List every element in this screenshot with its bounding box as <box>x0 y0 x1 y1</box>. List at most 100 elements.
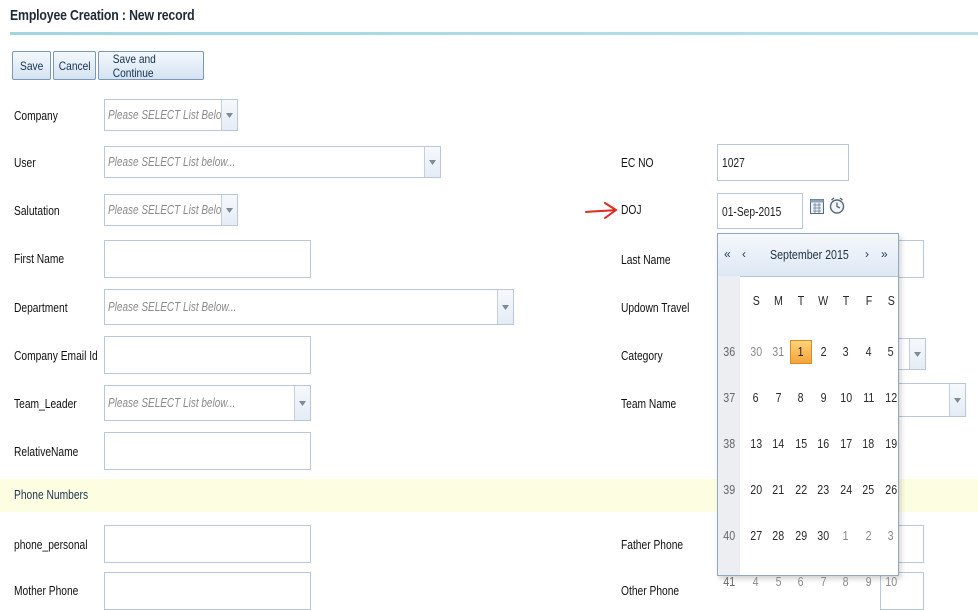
calendar-day[interactable]: 30 <box>745 340 767 364</box>
phone-personal-label: phone_personal <box>14 538 88 552</box>
calendar-day[interactable]: 4 <box>858 340 880 364</box>
clock-icon[interactable] <box>829 196 845 215</box>
week-number: 36 <box>723 344 735 359</box>
calendar-day[interactable]: 13 <box>745 432 767 456</box>
calendar-day[interactable]: 29 <box>790 524 812 548</box>
company-email-field[interactable] <box>104 336 311 374</box>
date-picker-month[interactable]: September 2015 <box>770 247 849 262</box>
calendar-day[interactable]: 6 <box>745 386 767 410</box>
next-month-button[interactable]: › <box>865 247 869 261</box>
calendar-day[interactable]: 14 <box>768 432 790 456</box>
calendar-day[interactable]: 5 <box>880 340 902 364</box>
calendar-day[interactable]: 23 <box>813 478 835 502</box>
week-number: 40 <box>723 528 735 543</box>
calendar-day[interactable]: 1 <box>835 524 857 548</box>
father-phone-label: Father Phone <box>621 538 684 552</box>
calendar-day[interactable]: 5 <box>768 570 790 594</box>
prev-month-button[interactable]: ‹ <box>742 247 746 261</box>
department-select[interactable]: Please SELECT List Below... <box>104 289 514 325</box>
mother-phone-field[interactable] <box>104 572 311 610</box>
user-label: User <box>14 156 36 170</box>
updown-travel-label: Updown Travel <box>621 301 690 315</box>
ec-no-label: EC NO <box>621 156 654 170</box>
calendar-day[interactable]: 9 <box>858 570 880 594</box>
weekday-header: T <box>842 293 850 308</box>
next-year-button[interactable]: » <box>881 247 888 261</box>
phone-numbers-heading: Phone Numbers <box>14 488 89 502</box>
week-number: 41 <box>723 574 735 589</box>
calendar-day[interactable]: 7 <box>768 386 790 410</box>
calendar-day[interactable]: 28 <box>768 524 790 548</box>
salutation-label: Salutation <box>14 204 60 218</box>
team-leader-label: Team_Leader <box>14 397 77 411</box>
company-select[interactable]: Please SELECT List Below.. <box>104 99 238 131</box>
ec-no-field[interactable]: 1027 <box>717 144 849 181</box>
calendar-day[interactable]: 9 <box>813 386 835 410</box>
other-phone-label: Other Phone <box>621 584 680 598</box>
chevron-down-icon[interactable] <box>949 384 965 416</box>
calendar-day[interactable]: 25 <box>858 478 880 502</box>
first-name-field[interactable] <box>104 240 311 278</box>
weekday-header: S <box>887 293 895 308</box>
phone-personal-field[interactable] <box>104 525 311 563</box>
user-select-placeholder: Please SELECT List below... <box>108 155 236 169</box>
relative-name-field[interactable] <box>104 432 311 470</box>
team-leader-select[interactable]: Please SELECT List below... <box>104 385 311 421</box>
calendar-day[interactable]: 3 <box>835 340 857 364</box>
calendar-day[interactable]: 2 <box>858 524 880 548</box>
date-picker-header: « ‹ September 2015 › » <box>718 234 898 277</box>
calendar-day[interactable]: 16 <box>813 432 835 456</box>
department-label: Department <box>14 301 68 315</box>
calendar-day[interactable]: 12 <box>880 386 902 410</box>
weekday-header: W <box>818 293 829 308</box>
calendar-day[interactable]: 17 <box>835 432 857 456</box>
calendar-day[interactable]: 7 <box>813 570 835 594</box>
first-name-label: First Name <box>14 252 65 266</box>
chevron-down-icon[interactable] <box>424 147 440 177</box>
calendar-day[interactable]: 3 <box>880 524 902 548</box>
calendar-day[interactable]: 20 <box>745 478 767 502</box>
calendar-day[interactable]: 4 <box>745 570 767 594</box>
last-name-label: Last Name <box>621 253 671 267</box>
chevron-down-icon[interactable] <box>221 195 237 225</box>
calendar-day[interactable]: 31 <box>768 340 790 364</box>
calendar-day[interactable]: 6 <box>790 570 812 594</box>
calendar-day[interactable]: 30 <box>813 524 835 548</box>
calendar-day[interactable]: 8 <box>835 570 857 594</box>
salutation-select[interactable]: Please SELECT List Below.. <box>104 194 238 226</box>
team-name-label: Team Name <box>621 397 677 411</box>
selected-day[interactable]: 1 <box>790 340 812 364</box>
calendar-day[interactable]: 15 <box>790 432 812 456</box>
calendar-day[interactable]: 24 <box>835 478 857 502</box>
calendar-day[interactable]: 18 <box>858 432 880 456</box>
weekday-header: M <box>774 293 783 308</box>
doj-field[interactable]: 01-Sep-2015 <box>717 193 803 229</box>
chevron-down-icon[interactable] <box>221 100 237 130</box>
calendar-day[interactable]: 26 <box>880 478 902 502</box>
calendar-day[interactable]: 19 <box>880 432 902 456</box>
week-number: 39 <box>723 482 735 497</box>
chevron-down-icon[interactable] <box>294 386 310 420</box>
prev-year-button[interactable]: « <box>724 247 731 261</box>
calendar-day[interactable]: 22 <box>790 478 812 502</box>
calendar-day[interactable]: 10 <box>880 570 902 594</box>
weekday-header: T <box>797 293 805 308</box>
calendar-day[interactable]: 8 <box>790 386 812 410</box>
user-select[interactable]: Please SELECT List below... <box>104 146 441 178</box>
team-leader-select-placeholder: Please SELECT List below... <box>108 396 236 410</box>
save-button[interactable]: Save <box>12 51 51 80</box>
calendar-icon[interactable] <box>810 198 824 215</box>
chevron-down-icon[interactable] <box>497 290 513 324</box>
calendar-day[interactable]: 2 <box>813 340 835 364</box>
relative-name-label: RelativeName <box>14 445 79 459</box>
page-title: Employee Creation : New record <box>10 7 195 24</box>
calendar-day[interactable]: 11 <box>858 386 880 410</box>
week-number: 38 <box>723 436 735 451</box>
cancel-button[interactable]: Cancel <box>53 51 96 80</box>
doj-label: DOJ <box>621 203 642 217</box>
chevron-down-icon[interactable] <box>909 339 925 369</box>
calendar-day[interactable]: 27 <box>745 524 767 548</box>
save-and-continue-button[interactable]: Save and Continue <box>98 51 204 80</box>
calendar-day[interactable]: 21 <box>768 478 790 502</box>
calendar-day[interactable]: 10 <box>835 386 857 410</box>
